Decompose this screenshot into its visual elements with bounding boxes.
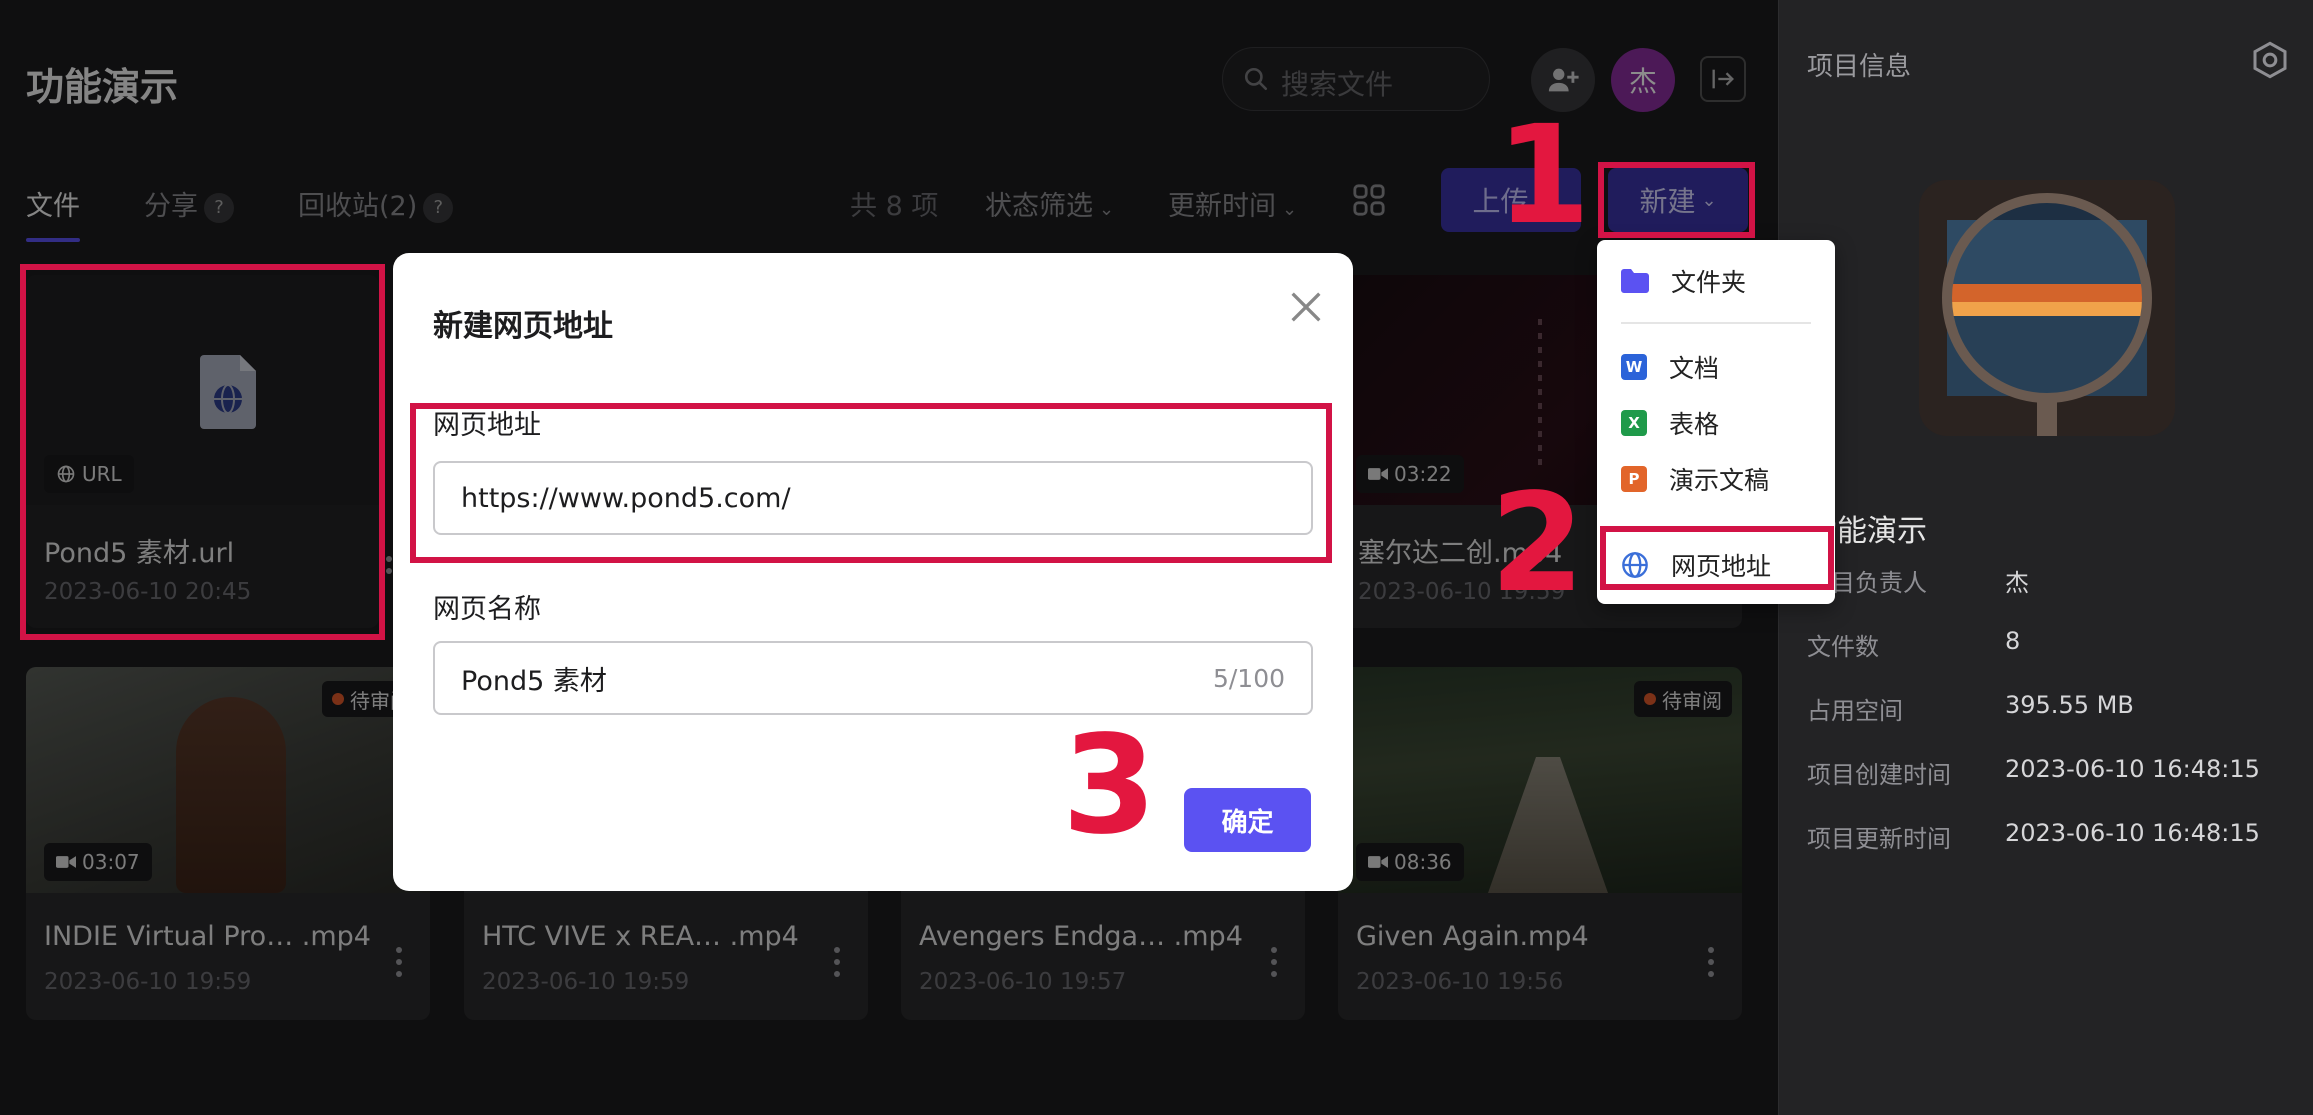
info-value: 2023-06-10 16:48:15 — [2005, 755, 2260, 783]
menu-item-presentation[interactable]: P 演示文稿 — [1597, 454, 1835, 504]
settings-icon[interactable] — [2250, 40, 2290, 80]
menu-divider — [1621, 322, 1811, 324]
callout-step-2: 2 — [1490, 465, 1585, 623]
name-field-label: 网页名称 — [433, 594, 541, 625]
close-icon[interactable] — [1286, 287, 1326, 327]
annotation-box-url-field — [410, 403, 1332, 563]
info-label: 项目创建时间 — [1807, 761, 1951, 789]
dialog-title: 新建网页地址 — [433, 309, 613, 344]
name-input[interactable]: Pond5 素材 5/100 — [433, 641, 1313, 715]
info-value: 8 — [2005, 627, 2021, 655]
folder-icon — [1621, 269, 1649, 293]
char-counter: 5/100 — [1212, 663, 1285, 693]
word-icon: W — [1621, 354, 1647, 380]
annotation-box-file-card — [20, 264, 385, 640]
info-label: 项目更新时间 — [1807, 825, 1951, 853]
project-info-panel — [1778, 0, 2313, 1115]
annotation-box-web-url-item — [1600, 526, 1834, 590]
menu-item-label: 表格 — [1669, 410, 1720, 439]
info-value: 2023-06-10 16:48:15 — [2005, 819, 2260, 847]
menu-item-folder[interactable]: 文件夹 — [1597, 256, 1835, 306]
name-input-value: Pond5 素材 — [461, 665, 607, 697]
excel-icon: X — [1621, 410, 1647, 436]
info-value: 395.55 MB — [2005, 691, 2134, 719]
menu-item-document[interactable]: W 文档 — [1597, 342, 1835, 392]
powerpoint-icon: P — [1621, 466, 1647, 492]
info-label: 占用空间 — [1807, 697, 1903, 725]
menu-item-label: 演示文稿 — [1669, 466, 1770, 495]
confirm-button[interactable]: 确定 — [1184, 788, 1311, 852]
annotation-box-new-button — [1598, 162, 1755, 238]
menu-item-spreadsheet[interactable]: X 表格 — [1597, 398, 1835, 448]
menu-item-label: 文件夹 — [1671, 268, 1747, 297]
project-cover-image — [1919, 180, 2175, 436]
info-value: 杰 — [2005, 569, 2029, 597]
project-cover — [1919, 180, 2175, 436]
panel-title: 项目信息 — [1807, 52, 1912, 82]
new-web-url-dialog: 新建网页地址 网页地址 https://www.pond5.com/ 网页名称 … — [393, 253, 1353, 891]
menu-item-label: 文档 — [1669, 354, 1720, 383]
callout-step-3: 3 — [1062, 707, 1157, 865]
info-label: 文件数 — [1807, 633, 1879, 661]
callout-step-1: 1 — [1496, 97, 1591, 255]
